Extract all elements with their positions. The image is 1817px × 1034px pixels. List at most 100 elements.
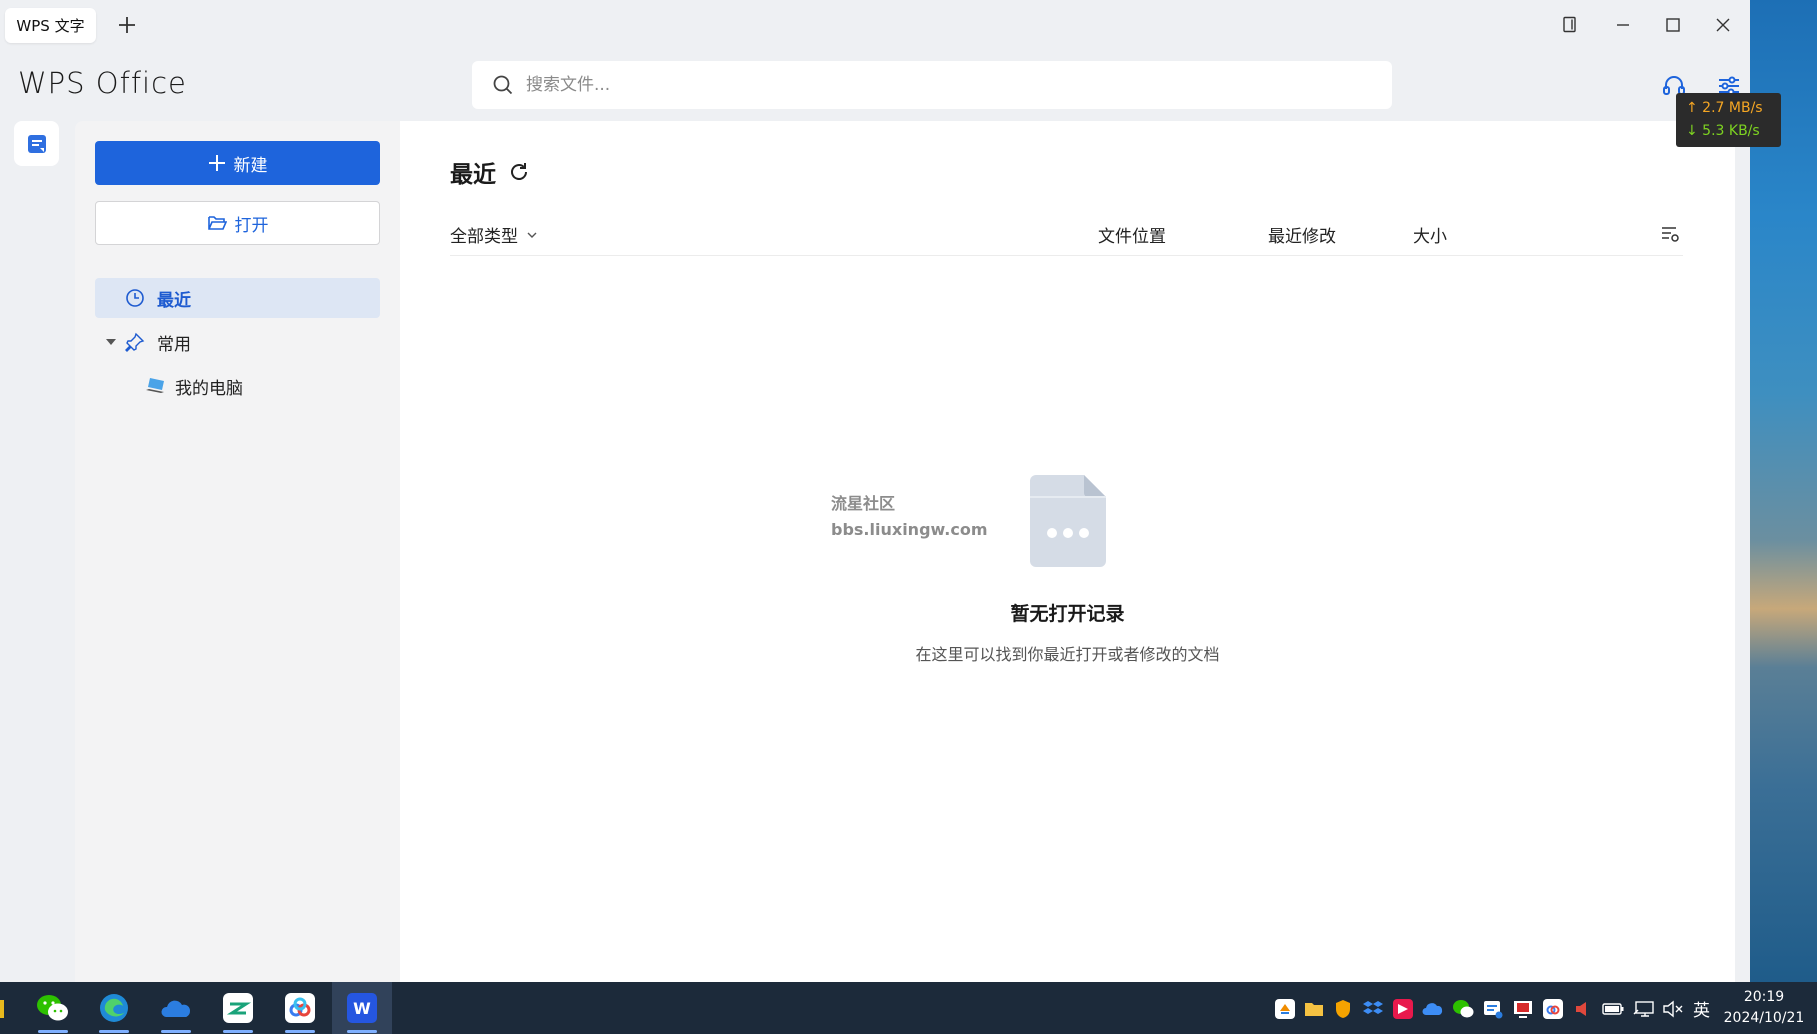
tray-battery[interactable] <box>1602 998 1624 1020</box>
minimize-button[interactable] <box>1605 10 1641 40</box>
empty-state-subtitle: 在这里可以找到你最近打开或者修改的文档 <box>915 645 1220 664</box>
maximize-button[interactable] <box>1655 10 1691 40</box>
column-location[interactable]: 文件位置 <box>1098 222 1166 247</box>
baidu-netdisk-icon <box>285 993 315 1023</box>
download-speed: ↓ 5.3 KB/s <box>1686 123 1760 139</box>
restore-layout-icon <box>1563 16 1576 33</box>
watermark-line-2: bbs.liuxingw.com <box>831 520 988 539</box>
svg-text:W: W <box>353 999 371 1018</box>
system-clock[interactable]: 20:19 2024/10/21 <box>1719 987 1809 1029</box>
wps-office-logo: WPS Office <box>18 66 187 100</box>
tray-speaker[interactable] <box>1572 998 1594 1020</box>
caret-down-icon[interactable] <box>105 336 117 348</box>
new-tab-button[interactable] <box>112 10 142 40</box>
type-filter-label: 全部类型 <box>450 227 518 247</box>
wechat-tray-icon <box>1453 1000 1474 1018</box>
list-settings-icon <box>1662 227 1679 242</box>
open-button-label: 打开 <box>234 215 269 236</box>
tray-network[interactable] <box>1633 998 1655 1020</box>
search-bar[interactable] <box>472 61 1392 109</box>
sidebar-item-recent[interactable]: 最近 <box>95 278 380 318</box>
empty-file-illustration <box>1030 475 1106 571</box>
folder-open-icon <box>207 216 227 230</box>
document-icon <box>27 134 46 153</box>
running-indicator <box>38 1030 68 1033</box>
battery-icon <box>1602 1003 1624 1015</box>
running-indicator <box>161 1030 191 1033</box>
chevron-down-icon <box>527 232 537 238</box>
edge-icon <box>100 994 128 1022</box>
tray-app5[interactable] <box>1542 998 1564 1020</box>
app4-icon <box>1514 1001 1532 1018</box>
taskbar-app-wps-writer[interactable]: W <box>332 982 392 1034</box>
taskbar-app-cloud[interactable] <box>208 982 268 1034</box>
shield-icon <box>1336 1000 1350 1018</box>
search-input[interactable] <box>524 74 1348 96</box>
start-button-edge[interactable] <box>0 1000 4 1018</box>
tab-wps-writer[interactable]: WPS 文字 <box>5 8 96 43</box>
app5-icon <box>1543 999 1563 1019</box>
sidebar-item-common[interactable]: 常用 <box>95 322 380 362</box>
taskbar-app-edge[interactable] <box>84 982 144 1034</box>
tray-onedrive[interactable] <box>1422 998 1444 1020</box>
tray-wechat[interactable] <box>1452 998 1474 1020</box>
search-icon <box>493 75 513 95</box>
volume-mute-icon <box>1663 1000 1683 1018</box>
app-cloud-icon <box>223 993 253 1023</box>
network-icon <box>1633 1001 1654 1017</box>
new-button[interactable]: 新建 <box>95 141 380 185</box>
clock-time: 20:19 <box>1743 989 1785 1005</box>
wps-window: WPS 文字 WPS Office 新建 <box>0 0 1750 982</box>
clock-date: 2024/10/21 <box>1723 1010 1805 1026</box>
running-indicator <box>99 1030 129 1033</box>
taskbar-app-onedrive[interactable] <box>146 982 206 1034</box>
main-panel: 最近 全部类型 文件位置 最近修改 大小 流星社区 bbs.liuxingw.c… <box>400 121 1735 982</box>
tray-dropbox[interactable] <box>1362 998 1384 1020</box>
close-button[interactable] <box>1705 10 1741 40</box>
empty-file-icon <box>1030 475 1106 567</box>
title-bar: WPS 文字 <box>0 0 1750 52</box>
plus-icon <box>119 17 135 33</box>
watermark: 流星社区 bbs.liuxingw.com <box>831 491 988 543</box>
close-icon <box>1716 18 1730 32</box>
input-language-indicator[interactable]: 英 <box>1693 996 1710 1021</box>
wechat-icon <box>37 995 68 1021</box>
tray-app2[interactable] <box>1392 998 1414 1020</box>
column-settings-button[interactable] <box>1660 224 1680 249</box>
sidebar-item-my-pc[interactable]: 我的电脑 <box>145 369 243 403</box>
network-speed-monitor: ↑ 2.7 MB/s ↓ 5.3 KB/s <box>1676 93 1781 147</box>
wps-writer-icon: W <box>347 993 377 1023</box>
tray-folder[interactable] <box>1303 998 1325 1020</box>
open-button[interactable]: 打开 <box>95 201 380 245</box>
running-indicator <box>223 1030 253 1033</box>
pin-icon <box>125 332 145 352</box>
app2-icon <box>1393 999 1413 1019</box>
tray-app3[interactable] <box>1482 998 1504 1020</box>
tray-app1[interactable] <box>1274 998 1296 1020</box>
tray-volume[interactable] <box>1662 998 1684 1020</box>
tray-shield[interactable] <box>1332 998 1354 1020</box>
rail-documents-button[interactable] <box>14 121 59 166</box>
column-size[interactable]: 大小 <box>1413 222 1447 247</box>
refresh-icon[interactable] <box>508 161 530 183</box>
restore-layout-button[interactable] <box>1552 10 1588 40</box>
maximize-icon <box>1666 18 1680 32</box>
watermark-line-1: 流星社区 <box>831 494 896 513</box>
sidebar-item-my-pc-label: 我的电脑 <box>175 378 243 399</box>
speaker-red-icon <box>1576 1002 1586 1016</box>
sidebar: 新建 打开 最近 常用 我的电脑 <box>75 121 400 982</box>
clock-icon <box>126 289 144 307</box>
new-button-label: 新建 <box>233 155 268 176</box>
onedrive-tray-icon <box>1422 1003 1443 1015</box>
tray-app4[interactable] <box>1512 998 1534 1020</box>
taskbar: W 英 20:19 2024/10/21 <box>0 982 1817 1034</box>
minimize-icon <box>1617 24 1629 26</box>
taskbar-app-baidu-netdisk[interactable] <box>270 982 330 1034</box>
sidebar-item-common-label: 常用 <box>157 334 191 355</box>
computer-icon <box>146 378 164 393</box>
column-modified[interactable]: 最近修改 <box>1268 222 1336 247</box>
type-filter-dropdown[interactable]: 全部类型 <box>450 222 538 247</box>
taskbar-app-wechat[interactable] <box>23 982 83 1034</box>
plus-icon <box>208 155 225 171</box>
page-title-text: 最近 <box>450 162 496 188</box>
